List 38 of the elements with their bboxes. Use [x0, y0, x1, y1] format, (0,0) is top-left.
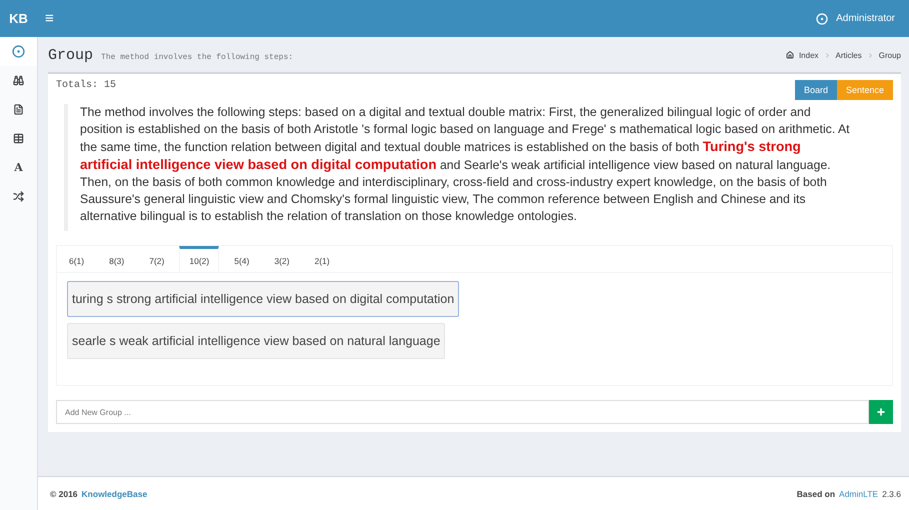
new-group-field[interactable]: Add New Group ... [56, 400, 869, 424]
shuffle-icon [13, 191, 24, 202]
binoculars-icon [13, 75, 24, 86]
sidebar-item[interactable]: A [0, 153, 37, 182]
chevron-icon [824, 52, 831, 58]
group-tab[interactable]: 2(1) [304, 246, 340, 272]
phrase-item[interactable]: searle s weak artificial intelligence view based on natural language [67, 323, 446, 359]
user-circle-icon [12, 45, 25, 58]
article-paragraph: The method involves the following steps: based on a digital and textual double matrix: First, the generalized bilingual logic of order and position is established on the basis of both Aristotle 's formal logic based on language and Frege' s mathematical logic based on arithmetic. At the same time, the function relation between digital and textual double matrices is established on the basis of both Turing's strong artificial intelligence view based on digital computation and Searle's weak artificial intelligence view based on natural language. Then, on the basis of both common knowledge and interdisciplinary, cross-field and cross-industry expert knowledge, on the basis of both Saussure's general linguistic view and Chomsky's formal linguistic view, The common reference between English and Chinese and its alternative bilingual is to establish the relation of translation on those knowledge ontologies. [64, 104, 893, 231]
group-tab[interactable]: 6(1) [59, 246, 94, 272]
table-icon [13, 133, 24, 144]
phrase-item[interactable]: turing s strong artificial intelligence view based on digital computation [67, 281, 460, 317]
framework-link[interactable]: AdminLTE [839, 488, 878, 498]
breadcrumb-link[interactable]: Articles [836, 50, 862, 60]
menu-button[interactable]: ≡ [37, 10, 62, 27]
page-title: Group [48, 47, 94, 64]
group-tab[interactable]: 3(2) [264, 246, 300, 272]
group-tab[interactable]: 10(2) [179, 246, 220, 272]
page-subtitle: The method involves the following steps: [101, 53, 294, 62]
totals-label: Totals: 15 [56, 80, 116, 91]
version-text: 2.3.6 [882, 488, 901, 498]
user-circle-icon [816, 12, 828, 24]
user-menu[interactable]: Administrator [810, 12, 901, 26]
add-button[interactable] [869, 400, 893, 424]
plus-icon [876, 407, 886, 417]
group-tab[interactable]: 5(4) [224, 246, 260, 272]
breadcrumb-link[interactable]: Group [878, 50, 901, 60]
copyright-text: © 2016 [50, 488, 78, 498]
group-tab[interactable]: 7(2) [139, 246, 174, 272]
logo[interactable]: KB [0, 11, 37, 26]
brand-link[interactable]: KnowledgeBase [82, 488, 148, 498]
board-button[interactable]: Board [794, 80, 837, 100]
chevron-icon [866, 52, 874, 58]
group-tab[interactable]: 8(3) [99, 246, 134, 272]
breadcrumb-link[interactable]: Index [798, 50, 819, 60]
based-on-text: Based on [796, 488, 836, 498]
home-icon [786, 51, 794, 59]
file-icon [13, 104, 24, 115]
